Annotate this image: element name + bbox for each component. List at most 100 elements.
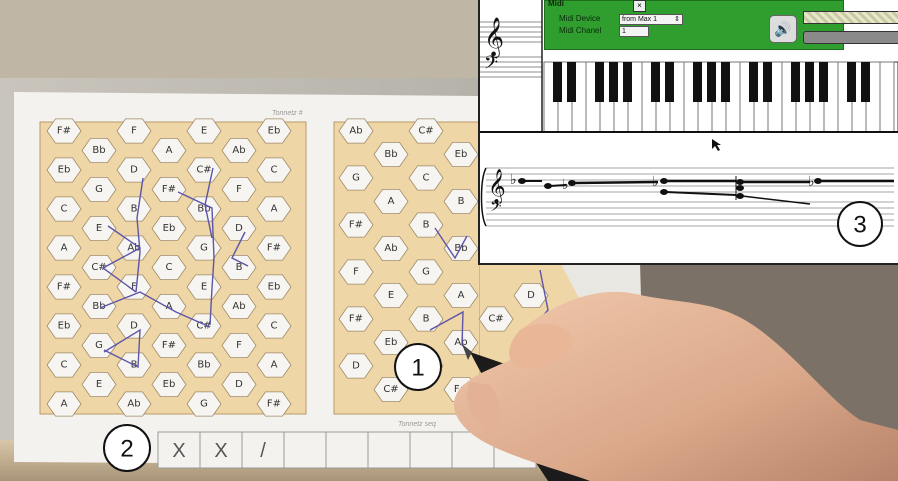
sequence-slot	[367, 431, 411, 469]
hex-note-label: E	[96, 379, 102, 390]
midi-channel-label: Midi Chanel	[559, 26, 602, 35]
hex-note-label: Eb	[163, 223, 176, 234]
black-key[interactable]	[805, 62, 814, 102]
hex-note-label: F	[131, 126, 137, 137]
black-key[interactable]	[567, 62, 576, 102]
hex-note-label: F#	[267, 399, 281, 410]
hex-note-label: Ab	[232, 301, 245, 312]
black-key[interactable]	[861, 62, 870, 102]
hex-note-label: F#	[57, 126, 71, 137]
hex-note-label: Eb	[58, 321, 71, 332]
hex-note-label: Bb	[197, 360, 210, 371]
hex-note-label: F	[236, 184, 242, 195]
hex-note-label: A	[458, 290, 465, 301]
hex-note-label: Eb	[163, 379, 176, 390]
black-key[interactable]	[693, 62, 702, 102]
hex-note-label: Ab	[384, 243, 397, 254]
svg-text:♭: ♭	[652, 173, 659, 189]
photo-scene: Tonnetz # Tonnetz seq F# F E Eb Bb A Ab Eb D C# C G…	[0, 0, 898, 481]
svg-text:♭: ♭	[510, 171, 517, 187]
black-key[interactable]	[763, 62, 772, 102]
svg-text:♭: ♭	[562, 176, 569, 192]
svg-text:2: 2	[120, 436, 133, 463]
hex-note-label: Bb	[92, 145, 105, 156]
hex-note-label: B	[458, 196, 465, 207]
hex-note-label: Eb	[268, 126, 281, 137]
hex-note-label: C	[271, 165, 278, 176]
close-icon[interactable]: ×	[633, 0, 646, 12]
black-key[interactable]	[847, 62, 856, 102]
hex-note-label: E	[201, 282, 207, 293]
hex-note-label: A	[61, 399, 68, 410]
svg-text:1: 1	[411, 355, 424, 382]
chevron-updown-icon: ⇕	[674, 16, 680, 23]
black-key[interactable]	[623, 62, 632, 102]
black-key[interactable]	[651, 62, 660, 102]
hex-note-label: A	[166, 145, 173, 156]
volume-slider[interactable]	[803, 31, 898, 44]
hex-note-label: E	[201, 126, 207, 137]
sequence-slot-mark: X	[214, 440, 227, 462]
hex-note-label: A	[388, 196, 395, 207]
midi-tab-label: Midi	[548, 0, 564, 8]
black-key[interactable]	[665, 62, 674, 102]
hex-note-label: G	[200, 399, 208, 410]
svg-text:3: 3	[853, 212, 866, 239]
paper-heading: Tonnetz #	[272, 110, 303, 117]
hex-note-label: A	[271, 360, 278, 371]
hex-note-label: C	[423, 173, 430, 184]
hex-note-label: G	[95, 340, 103, 351]
midi-device-select[interactable]: from Max 1 ⇕	[619, 14, 683, 25]
hex-note-label: Bb	[197, 204, 210, 215]
hex-note-label: G	[95, 184, 103, 195]
white-key[interactable]	[879, 61, 895, 133]
midi-device-label: Midi Device	[559, 14, 601, 23]
midi-device-value: from Max 1	[622, 16, 658, 23]
svg-text:♭: ♭	[808, 173, 815, 189]
hex-note-label: Eb	[385, 337, 398, 348]
black-keys	[553, 62, 870, 102]
level-meter	[803, 11, 898, 24]
midi-channel-input[interactable]: 1	[619, 26, 649, 37]
hex-note-label: Bb	[454, 243, 467, 254]
black-key[interactable]	[819, 62, 828, 102]
hex-note-label: Ab	[349, 126, 362, 137]
hex-note-label: A	[271, 204, 278, 215]
sequence-slot-mark: X	[172, 440, 185, 462]
hex-note-label: D	[235, 379, 243, 390]
cursor-icon	[712, 139, 721, 151]
hex-note-label: C#	[196, 165, 211, 176]
hex-note-label: B	[423, 314, 430, 325]
hex-note-label: C	[61, 204, 68, 215]
hex-note-label: A	[61, 243, 68, 254]
black-key[interactable]	[721, 62, 730, 102]
software-panel: 𝄞 𝄢 𝄞 𝄢 ♭ ♭ ♭ ♭ 3 Midi × Midi Device fro…	[478, 0, 898, 265]
hex-note-label: Eb	[268, 282, 281, 293]
hex-note-label: D	[352, 361, 360, 372]
black-key[interactable]	[749, 62, 758, 102]
hex-note-label: F#	[267, 243, 281, 254]
black-key[interactable]	[609, 62, 618, 102]
hex-note-label: Eb	[58, 165, 71, 176]
hex-note-label: C#	[383, 384, 398, 395]
black-key[interactable]	[553, 62, 562, 102]
black-key[interactable]	[791, 62, 800, 102]
score-brace	[480, 167, 487, 227]
treble-clef-icon: 𝄞	[484, 17, 504, 58]
black-key[interactable]	[707, 62, 716, 102]
hex-note-label: B	[131, 204, 138, 215]
score-staff	[486, 167, 894, 227]
speaker-icon[interactable]: 🔊	[769, 15, 797, 43]
marker-1: 1	[394, 343, 442, 391]
sequence-slot	[409, 431, 453, 469]
marker-3: 3	[837, 201, 883, 247]
paper-bottom-heading: Tonnetz seq	[398, 421, 436, 428]
hex-note-label: F#	[162, 340, 176, 351]
bass-clef-icon: 𝄢	[484, 53, 498, 78]
sequence-slot	[325, 431, 369, 469]
sequence-slot	[283, 431, 327, 469]
black-key[interactable]	[595, 62, 604, 102]
hex-note-label: C#	[418, 126, 433, 137]
hex-note-label: Eb	[455, 149, 468, 160]
hex-note-label: F#	[162, 184, 176, 195]
